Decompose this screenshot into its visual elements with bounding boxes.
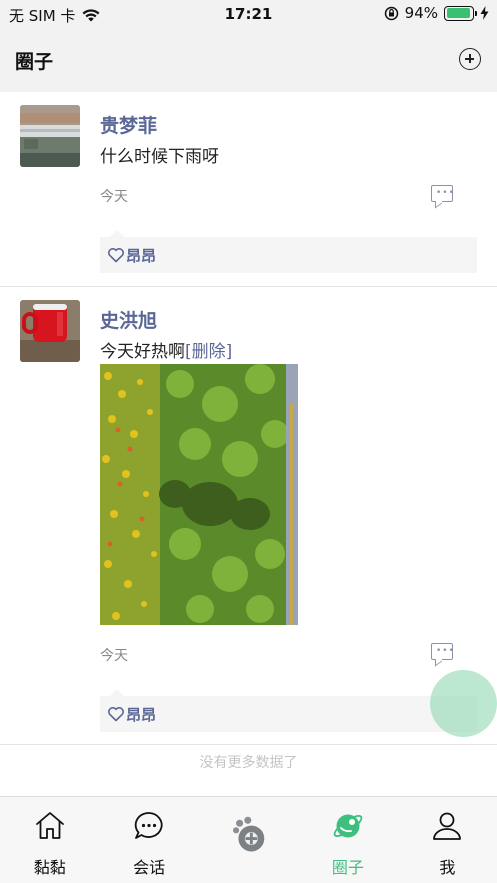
post-author[interactable]: 贵梦菲 <box>100 111 157 138</box>
tab-chat[interactable]: 会话 <box>99 797 198 883</box>
liker-name[interactable]: 昂昂 <box>126 245 156 266</box>
heart-icon <box>108 248 124 263</box>
avatar[interactable] <box>20 300 80 362</box>
orientation-lock-icon <box>384 6 398 20</box>
charging-icon <box>480 6 489 20</box>
planet-icon <box>333 814 363 838</box>
tab-circle[interactable]: 圈子 <box>298 797 397 883</box>
tab-me[interactable]: 我 <box>398 797 497 883</box>
post-time: 今天 <box>100 648 128 664</box>
comment-icon[interactable]: ••• <box>431 643 454 660</box>
status-bar: 无 SIM 卡 17:21 94% <box>0 0 497 28</box>
tab-label: 圈子 <box>331 858 364 877</box>
delete-link[interactable]: [删除] <box>185 342 232 362</box>
comment-icon[interactable]: ••• <box>431 185 454 202</box>
no-more-data-label: 没有更多数据了 <box>199 755 298 771</box>
heart-icon <box>108 707 124 722</box>
home-icon <box>35 812 64 839</box>
battery-icon <box>444 5 477 21</box>
tab-label: 会话 <box>133 858 166 877</box>
post-time: 今天 <box>100 189 128 205</box>
feed-post: 史洪旭 今天好热啊[删除] 今天 ••• 昂昂 <box>0 287 497 745</box>
user-icon <box>433 812 462 840</box>
bottom-tab-bar: 黏黏 会话 圈子 我 <box>0 796 497 883</box>
tab-nianian[interactable]: 黏黏 <box>0 797 99 883</box>
likes-bar: 昂昂 <box>100 230 477 273</box>
post-content: 今天好热啊[删除] <box>100 337 232 362</box>
tab-label: 我 <box>439 858 456 877</box>
post-text: 今天好热啊 <box>100 342 185 362</box>
likes-bar: 昂昂 <box>100 689 477 732</box>
status-right-group: 94% <box>384 4 489 22</box>
feed-post: 贵梦菲 什么时候下雨呀 今天 ••• 昂昂 <box>0 92 497 287</box>
tab-label: 黏黏 <box>33 858 66 877</box>
battery-percent: 94% <box>404 4 438 22</box>
post-content: 什么时候下雨呀 <box>100 147 219 167</box>
post-author[interactable]: 史洪旭 <box>100 306 157 333</box>
chat-icon <box>134 812 163 839</box>
page-title: 圈子 <box>15 51 54 73</box>
paw-logo-icon <box>232 816 264 852</box>
floating-action-button[interactable] <box>430 670 497 737</box>
avatar[interactable] <box>20 105 80 167</box>
liker-name[interactable]: 昂昂 <box>126 704 156 725</box>
plus-circle-icon[interactable] <box>459 48 481 70</box>
app-header: 圈子 <box>0 28 497 92</box>
post-photo[interactable] <box>100 364 298 625</box>
tab-center-logo[interactable] <box>199 797 298 883</box>
